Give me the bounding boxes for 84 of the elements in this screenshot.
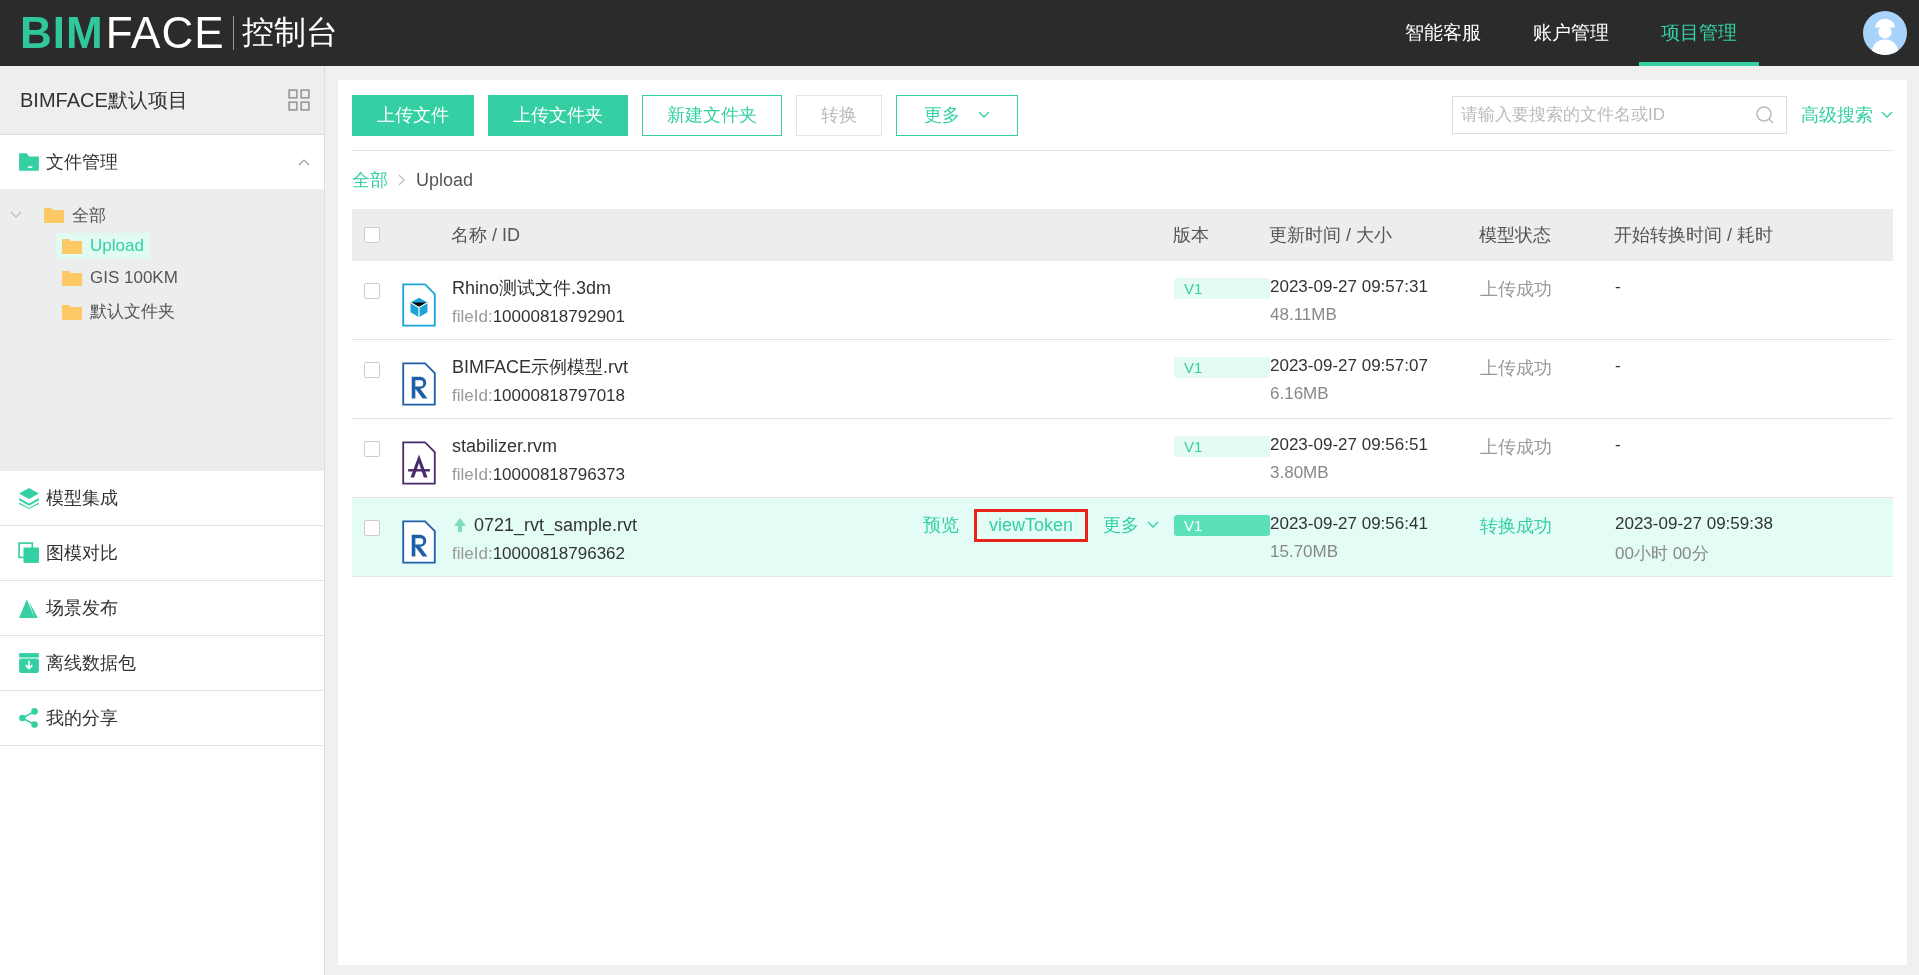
- caret-icon: [1881, 111, 1893, 119]
- tree-item[interactable]: 默认文件夹: [56, 297, 181, 326]
- file-name[interactable]: Rhino测试文件.3dm: [452, 276, 612, 300]
- file-icon: [402, 362, 436, 406]
- logo-wordmark: FACE: [105, 11, 225, 55]
- share-icon: [18, 707, 40, 729]
- project-name: BIMFACE默认项目: [20, 87, 188, 113]
- caret-icon: [1147, 521, 1159, 529]
- chevron-icon[interactable]: [10, 211, 22, 219]
- triangle-icon: [18, 597, 40, 619]
- sidebar-item[interactable]: 图模对比: [0, 526, 324, 581]
- folder-icon: [44, 207, 64, 223]
- overlap-squares-icon: [18, 542, 40, 564]
- update-time: 2023-09-27 09:56:51: [1270, 435, 1429, 455]
- table-row[interactable]: Rhino测试文件.3dm fileId:10000818792901 V1 2023-09-27 09:57:31 48.11MB 上传成功 -: [352, 261, 1893, 340]
- layers-icon: [18, 487, 40, 509]
- search-icon[interactable]: [1755, 105, 1775, 125]
- convert-time: -: [1615, 435, 1622, 455]
- caret-icon: [978, 111, 990, 119]
- grid-icon[interactable]: [288, 89, 310, 111]
- checkbox[interactable]: [364, 520, 380, 536]
- version-tag: V1: [1174, 278, 1270, 299]
- model-status: 上传成功: [1480, 436, 1553, 459]
- file-size: 6.16MB: [1270, 384, 1330, 404]
- file-id: fileId:10000818797018: [452, 386, 626, 406]
- model-status: 上传成功: [1480, 278, 1553, 301]
- tree-item[interactable]: GIS 100KM: [56, 265, 184, 291]
- sidebar-item[interactable]: 离线数据包: [0, 636, 324, 691]
- checkbox[interactable]: [364, 362, 380, 378]
- convert-time: -: [1615, 277, 1622, 297]
- sidebar-item[interactable]: 模型集成: [0, 471, 324, 526]
- file-icon: [402, 520, 436, 564]
- file-name[interactable]: BIMFACE示例模型.rvt: [452, 355, 628, 379]
- column-header: 模型状态: [1479, 224, 1552, 247]
- convert-time: 2023-09-27 09:59:38: [1615, 514, 1774, 534]
- column-header: 更新时间 / 大小: [1269, 224, 1393, 247]
- file-size: 3.80MB: [1270, 463, 1330, 483]
- file-icon: [402, 441, 436, 485]
- file-size: 48.11MB: [1270, 305, 1338, 325]
- folder-icon: [62, 270, 82, 286]
- breadcrumb-item[interactable]: Upload: [416, 169, 474, 191]
- checkbox[interactable]: [364, 227, 380, 243]
- section-label: 文件管理: [46, 151, 118, 174]
- folder-icon: [62, 303, 82, 320]
- version-tag: V1: [1174, 357, 1270, 378]
- file-name[interactable]: stabilizer.rvm: [452, 435, 558, 457]
- update-time: 2023-09-27 09:57:31: [1270, 277, 1429, 297]
- model-status: 上传成功: [1480, 357, 1553, 380]
- nav-tab[interactable]: 智能客服: [1383, 0, 1503, 66]
- file-id: fileId:10000818796373: [452, 465, 626, 485]
- app-title: 控制台: [241, 13, 338, 52]
- version-tag: V1: [1174, 436, 1270, 457]
- tree-item[interactable]: 全部: [38, 200, 112, 230]
- column-header: 版本: [1173, 224, 1210, 247]
- checkbox[interactable]: [364, 283, 380, 299]
- convert-duration: 00小时 00分: [1615, 543, 1710, 565]
- version-tag: V1: [1174, 515, 1270, 536]
- file-id: fileId:10000818796362: [452, 544, 626, 564]
- nav-tab[interactable]: 项目管理: [1639, 0, 1759, 66]
- chevron-icon[interactable]: [298, 158, 310, 166]
- file-id: fileId:10000818792901: [452, 307, 626, 327]
- sidebar-section[interactable]: 文件管理: [0, 135, 324, 189]
- file-size: 15.70MB: [1270, 542, 1340, 562]
- nav-tab[interactable]: 账户管理: [1511, 0, 1631, 66]
- sidebar-item[interactable]: 场景发布: [0, 581, 324, 636]
- table-row[interactable]: 0721_rvt_sample.rvt 预览 viewToken 更多 fileId:10000818796362 V1 2023-09-27 09:56:41 15.70MB 转换成功 2023-09-27 09:59:38 00小时 00分: [352, 498, 1893, 577]
- column-header: 名称 / ID: [451, 224, 521, 247]
- convert-time: -: [1615, 356, 1622, 376]
- update-time: 2023-09-27 09:57:07: [1270, 356, 1429, 376]
- file-name[interactable]: 0721_rvt_sample.rvt: [474, 514, 638, 536]
- model-status: 转换成功: [1480, 515, 1553, 538]
- checkbox[interactable]: [364, 441, 380, 457]
- folder-icon: [18, 151, 40, 173]
- update-time: 2023-09-27 09:56:41: [1270, 514, 1429, 534]
- chevron-icon: [398, 174, 406, 186]
- table-row[interactable]: BIMFACE示例模型.rvt fileId:10000818797018 V1 2023-09-27 09:57:07 6.16MB 上传成功 -: [352, 340, 1893, 419]
- sidebar-item[interactable]: 我的分享: [0, 691, 324, 746]
- download-icon: [18, 652, 40, 674]
- logo-mark: BIM: [20, 11, 104, 55]
- search-field[interactable]: 请输入要搜索的文件名或ID: [1452, 96, 1787, 134]
- avatar-icon[interactable]: [1863, 11, 1907, 55]
- folder-icon: [62, 238, 82, 254]
- file-icon: [402, 283, 436, 327]
- column-header: 开始转换时间 / 耗时: [1614, 224, 1774, 247]
